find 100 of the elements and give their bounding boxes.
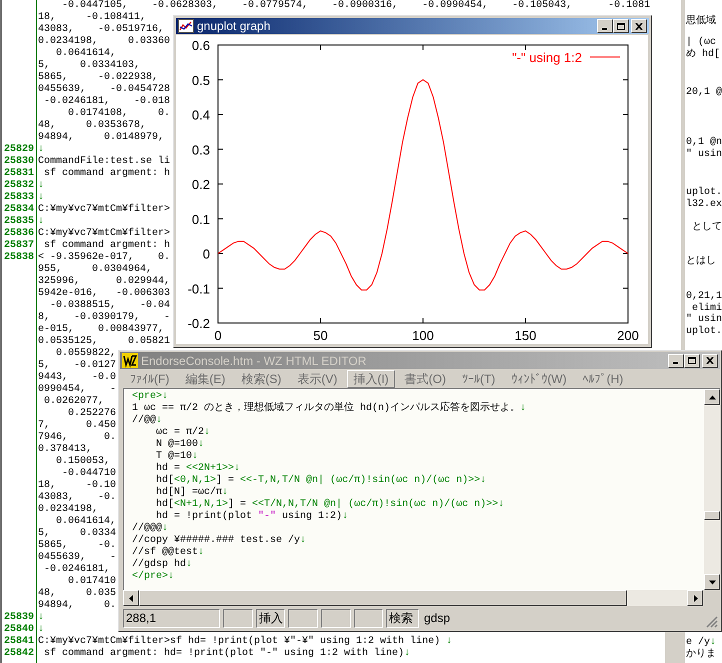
console-line: -0.044710: [61, 468, 116, 480]
console-line: 7946, 0.: [38, 432, 116, 444]
tick-label: 0.5: [192, 72, 210, 88]
status-field: [223, 608, 253, 628]
chart-icon: [178, 19, 194, 33]
tick-label: 0: [214, 328, 222, 343]
code-line: </pre>↓: [132, 571, 174, 583]
menu-item[interactable]: 編集(E): [179, 370, 232, 388]
console-line: -0.0246181, -0.018: [43, 96, 170, 108]
arrow-icon: [708, 394, 716, 400]
legend-label: "-" using 1:2: [512, 50, 582, 65]
code-line: //sf @@test↓: [132, 547, 204, 558]
tick-label: 0.1: [192, 212, 210, 227]
close-icon: [706, 357, 714, 364]
close-icon: [635, 22, 643, 30]
legend-line-sample: [590, 56, 620, 58]
console-line: 43083, -0.: [38, 492, 116, 504]
text-editor[interactable]: [124, 389, 704, 590]
text-line: " usin: [686, 314, 722, 326]
status-field: [354, 608, 383, 628]
scrollbar-thumb[interactable]: [704, 511, 720, 520]
maximize-button[interactable]: [613, 19, 629, 33]
console-line: 5865, -0.: [38, 540, 116, 552]
console-line: 955, 0.0304964,: [38, 264, 152, 276]
text-line: として: [691, 222, 722, 234]
arrow-icon: [128, 594, 134, 602]
console-line: 0.0234198, 0.03360: [38, 36, 170, 48]
minimize-button[interactable]: [597, 19, 613, 33]
maximize-button[interactable]: [684, 354, 700, 368]
app-icon: [122, 353, 138, 368]
tick-label: -0.2: [188, 316, 210, 331]
console-line: ↓: [38, 180, 44, 192]
console-line: CommandFile:test.se li: [38, 156, 170, 168]
code-line: <pre>↓: [132, 391, 168, 403]
console-line: 5942e-016, -0.006303: [38, 288, 170, 300]
menu-item[interactable]: ｳｨﾝﾄﾞｳ(W): [505, 370, 573, 388]
scroll-arrow-button[interactable]: [123, 590, 139, 606]
code-line: //@@@↓: [132, 523, 168, 534]
code-line: hd = !print(plot "-" using 1:2)↓: [155, 511, 348, 522]
console-line: -0.0388515, -0.04: [49, 300, 170, 312]
text-line: 0,1 @n: [686, 137, 722, 148]
status-field: 288,1: [123, 608, 220, 628]
status-field: [321, 608, 351, 628]
console-line: 0.0262077,: [43, 396, 104, 408]
console-line: 0455639, -: [38, 552, 116, 564]
minimize-button[interactable]: [668, 354, 684, 368]
console-line: ↓: [38, 144, 44, 156]
search-text: gdsp: [424, 610, 450, 626]
console-line: -0.0447105, -0.0628303, -0.0779574, -0.0900316, -0.0990454, -0.105043, -0.1081: [61, 0, 650, 12]
text-line: uplot.: [686, 326, 722, 338]
maximize-icon: [688, 357, 696, 364]
console-line: 48, 0.035: [38, 588, 116, 600]
code-line: //@@↓: [132, 415, 162, 427]
scrollbar[interactable]: [704, 389, 720, 590]
tick-label: 0.2: [192, 177, 210, 192]
resize-grip-icon: [706, 616, 718, 628]
scroll-arrow-button[interactable]: [687, 590, 703, 606]
console-line: e-015, 0.00843977,: [38, 324, 164, 336]
console-line: 94894, 0.: [38, 600, 116, 612]
console-line: 0.0641614,: [55, 48, 116, 60]
scrollbar[interactable]: [123, 590, 703, 606]
tick-label: 0.4: [192, 108, 210, 122]
menu-item[interactable]: 挿入(I): [347, 370, 395, 388]
scroll-arrow-button[interactable]: [704, 574, 720, 590]
text-line: かりま: [686, 649, 716, 661]
tick-label: 0.3: [192, 142, 210, 158]
console-line: 0.0234198,: [38, 504, 98, 516]
window-title: EndorseConsole.htm - WZ HTML EDITOR: [141, 354, 366, 368]
console-line: 9443, -0.0: [38, 372, 116, 384]
console-line: 0.150053,: [55, 456, 110, 468]
text-line: uplot.: [686, 187, 722, 198]
console-line: 0.378413,: [38, 444, 92, 456]
console-line: 0.0535125, 0.05821: [38, 336, 170, 348]
menu-item[interactable]: ﾍﾙﾌﾟ(H): [576, 370, 630, 388]
menu-item[interactable]: 書式(O): [398, 370, 452, 388]
menu-item[interactable]: ﾌｧｲﾙ(F): [124, 370, 176, 388]
text-line: とはし: [686, 256, 716, 268]
close-button[interactable]: [702, 354, 718, 368]
console-line: ↓: [38, 192, 44, 204]
close-button[interactable]: [631, 19, 647, 33]
console-line: -0.0246181,: [43, 564, 110, 576]
tick-label: 200: [617, 328, 639, 343]
window-title: gnuplot graph: [197, 19, 270, 33]
console-line: sf command argment: h: [43, 168, 170, 180]
menu-item[interactable]: 表示(V): [291, 370, 344, 388]
code-line: //gdsp hd↓: [132, 559, 192, 570]
menu-item[interactable]: ﾂｰﾙ(T): [456, 370, 502, 388]
scroll-arrow-button[interactable]: [704, 389, 720, 405]
status-field: 検索: [386, 608, 419, 628]
code-line: hd[<N+1,N,1>] = <<T/N,N,T/N @n| (ωc/π)!sin(ωc n)/(ωc n)>>↓: [155, 499, 504, 510]
console-line: ↓: [38, 612, 44, 624]
console-line: sf command argment: hd= !print(plot "-" using 1:2 with line)↓: [43, 648, 410, 660]
tick-label: 150: [514, 328, 536, 343]
console-line: < -9.35962e-017, 0.: [38, 252, 170, 264]
scrollbar-thumb[interactable]: [139, 590, 627, 606]
console-line: ↓: [38, 624, 44, 636]
console-line: 0.0641614,: [55, 516, 116, 528]
tick-label: 50: [313, 328, 328, 343]
text-line: | (ωc: [686, 37, 718, 48]
menu-item[interactable]: 検索(S): [235, 370, 288, 388]
